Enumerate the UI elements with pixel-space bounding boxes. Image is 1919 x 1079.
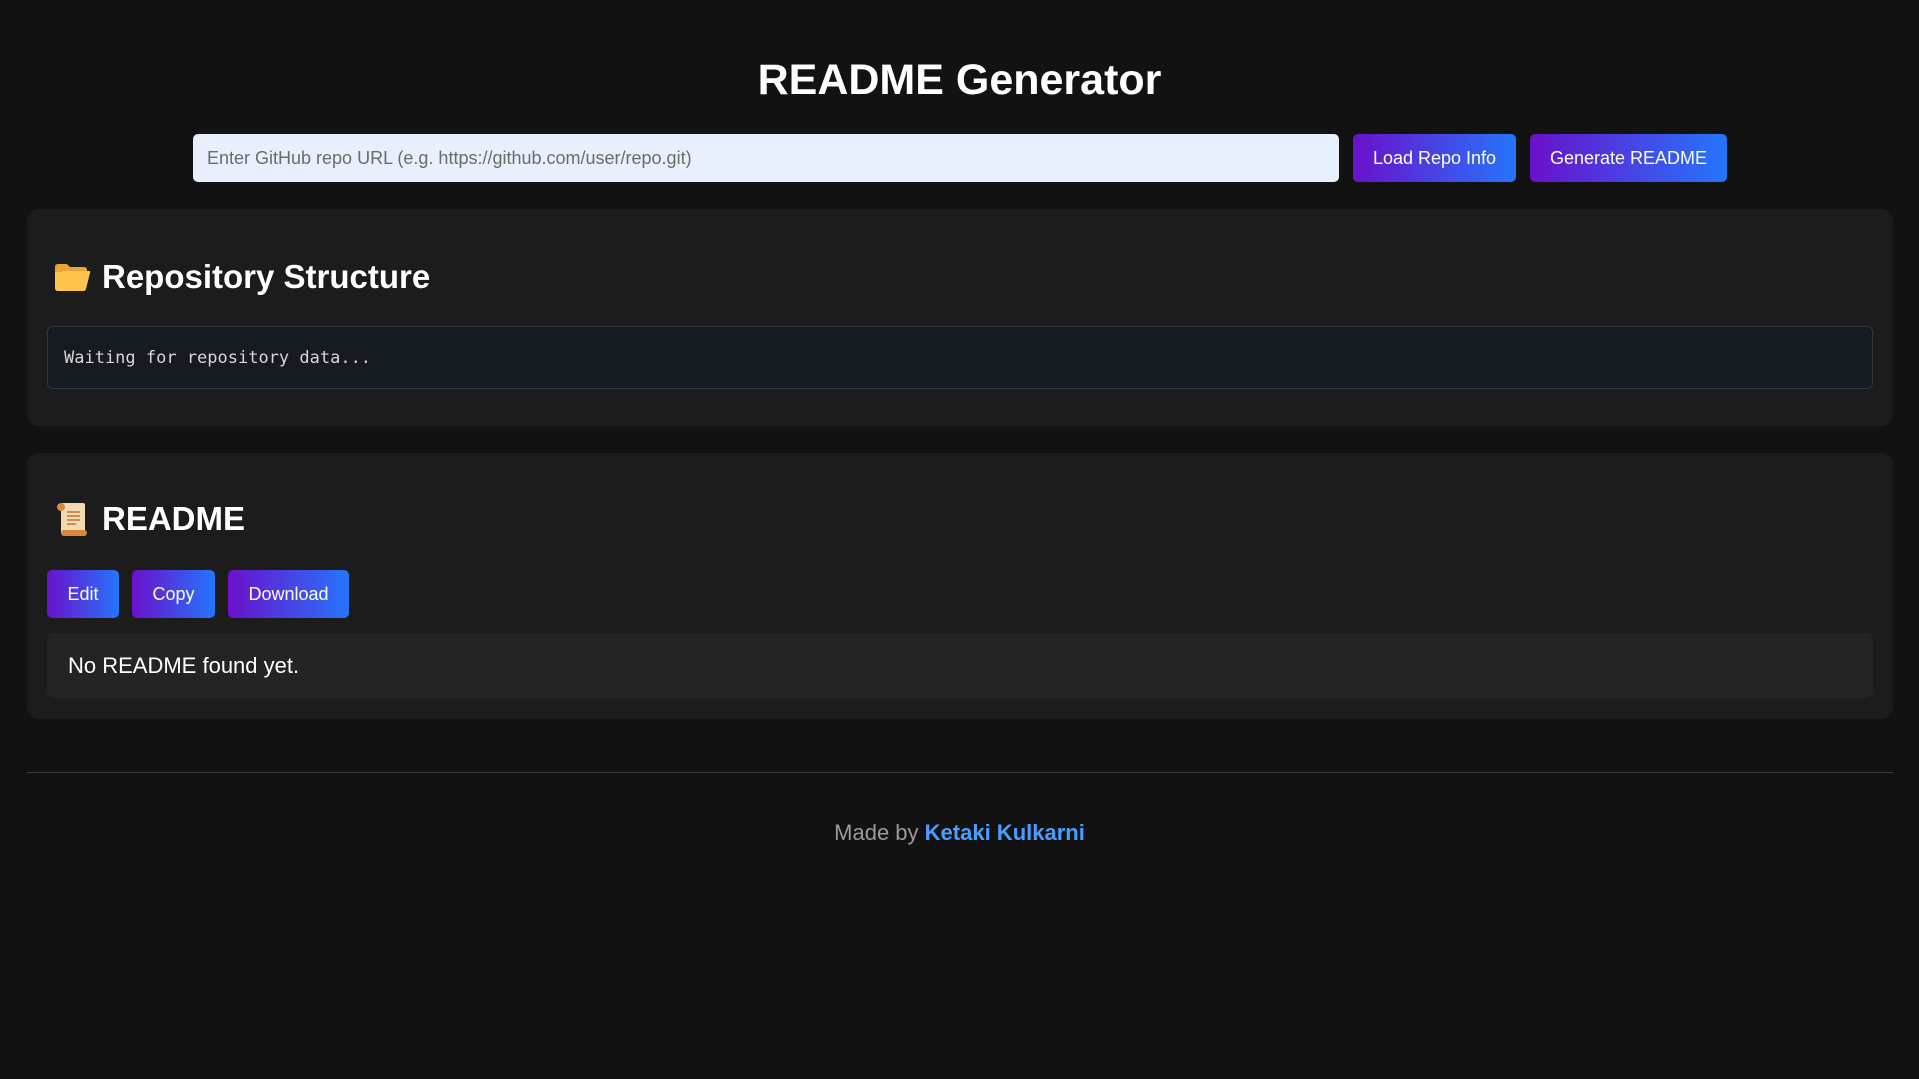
footer: Made by Ketaki Kulkarni	[0, 820, 1919, 846]
repository-structure-title: Repository Structure	[102, 258, 431, 295]
download-button[interactable]: Download	[228, 570, 349, 618]
folder-open-icon	[52, 257, 92, 297]
copy-button[interactable]: Copy	[132, 570, 215, 618]
edit-button[interactable]: Edit	[47, 570, 119, 618]
readme-title: README	[102, 500, 246, 537]
author-link[interactable]: Ketaki Kulkarni	[925, 820, 1085, 845]
readme-preview: No README found yet.	[47, 633, 1873, 698]
readme-card: README Edit Copy Download No README foun…	[27, 453, 1893, 719]
repository-structure-card: Repository Structure Waiting for reposit…	[27, 209, 1893, 426]
page-title: README Generator	[757, 56, 1162, 104]
load-repo-info-button[interactable]: Load Repo Info	[1353, 134, 1516, 182]
page: README Generator Load Repo Info Generate…	[0, 0, 1919, 1079]
scroll-icon	[52, 499, 92, 539]
repository-structure-output: Waiting for repository data...	[47, 326, 1873, 389]
footer-prefix: Made by	[834, 820, 925, 845]
generate-readme-button[interactable]: Generate README	[1530, 134, 1727, 182]
readme-heading: README	[52, 499, 245, 539]
repo-url-input[interactable]	[193, 134, 1339, 182]
footer-divider	[27, 772, 1893, 773]
repository-structure-heading: Repository Structure	[52, 257, 430, 297]
